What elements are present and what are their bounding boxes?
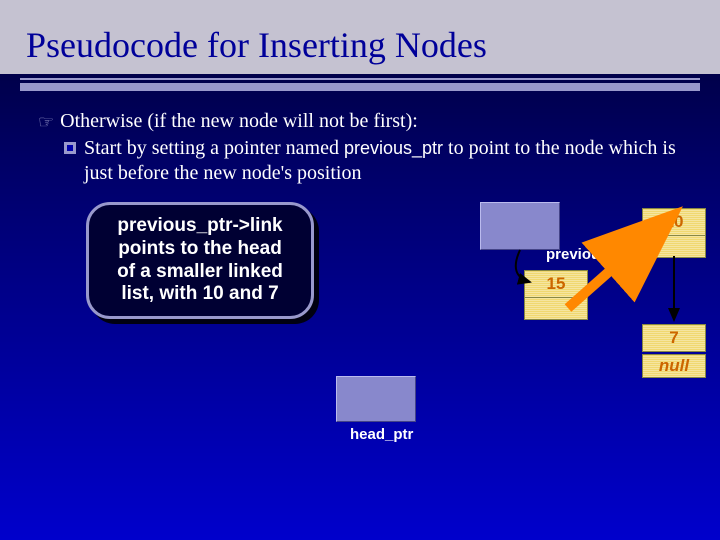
previous-ptr-box	[480, 202, 560, 250]
diagram: previous_ptr->link points to the head of…	[38, 186, 684, 486]
callout-line-2: points to the head	[103, 238, 297, 261]
square-bullet-icon	[64, 142, 76, 154]
node-15-link	[525, 297, 587, 319]
node-null: null	[642, 354, 706, 378]
page-title: Pseudocode for Inserting Nodes	[0, 0, 720, 74]
callout-line-1: previous_ptr->link	[103, 215, 297, 238]
bullet-main: ☞ Otherwise (if the new node will not be…	[38, 109, 684, 134]
bullet-main-text: Otherwise (if the new node will not be f…	[60, 109, 418, 134]
bullet-sub: Start by setting a pointer named previou…	[64, 136, 684, 186]
node-10-value: 10	[643, 209, 705, 235]
content-area: ☞ Otherwise (if the new node will not be…	[0, 91, 720, 486]
node-7: 7	[642, 324, 706, 352]
node-null-value: null	[643, 355, 705, 377]
node-10-link	[643, 235, 705, 257]
node-10: 10	[642, 208, 706, 258]
bullet-sub-text: Start by setting a pointer named previou…	[84, 136, 684, 186]
node-15: 15	[524, 270, 588, 320]
callout-line-3: of a smaller linked	[103, 261, 297, 284]
head-ptr-label: head_ptr	[350, 426, 413, 445]
node-7-value: 7	[643, 325, 705, 351]
hand-icon: ☞	[38, 111, 54, 134]
head-ptr-box	[336, 376, 416, 422]
previous-ptr-label: previous_ptr	[546, 246, 637, 265]
node-15-value: 15	[525, 271, 587, 297]
callout-box: previous_ptr->link points to the head of…	[86, 202, 314, 319]
callout-line-4: list, with 10 and 7	[103, 283, 297, 306]
title-underline	[0, 78, 720, 91]
